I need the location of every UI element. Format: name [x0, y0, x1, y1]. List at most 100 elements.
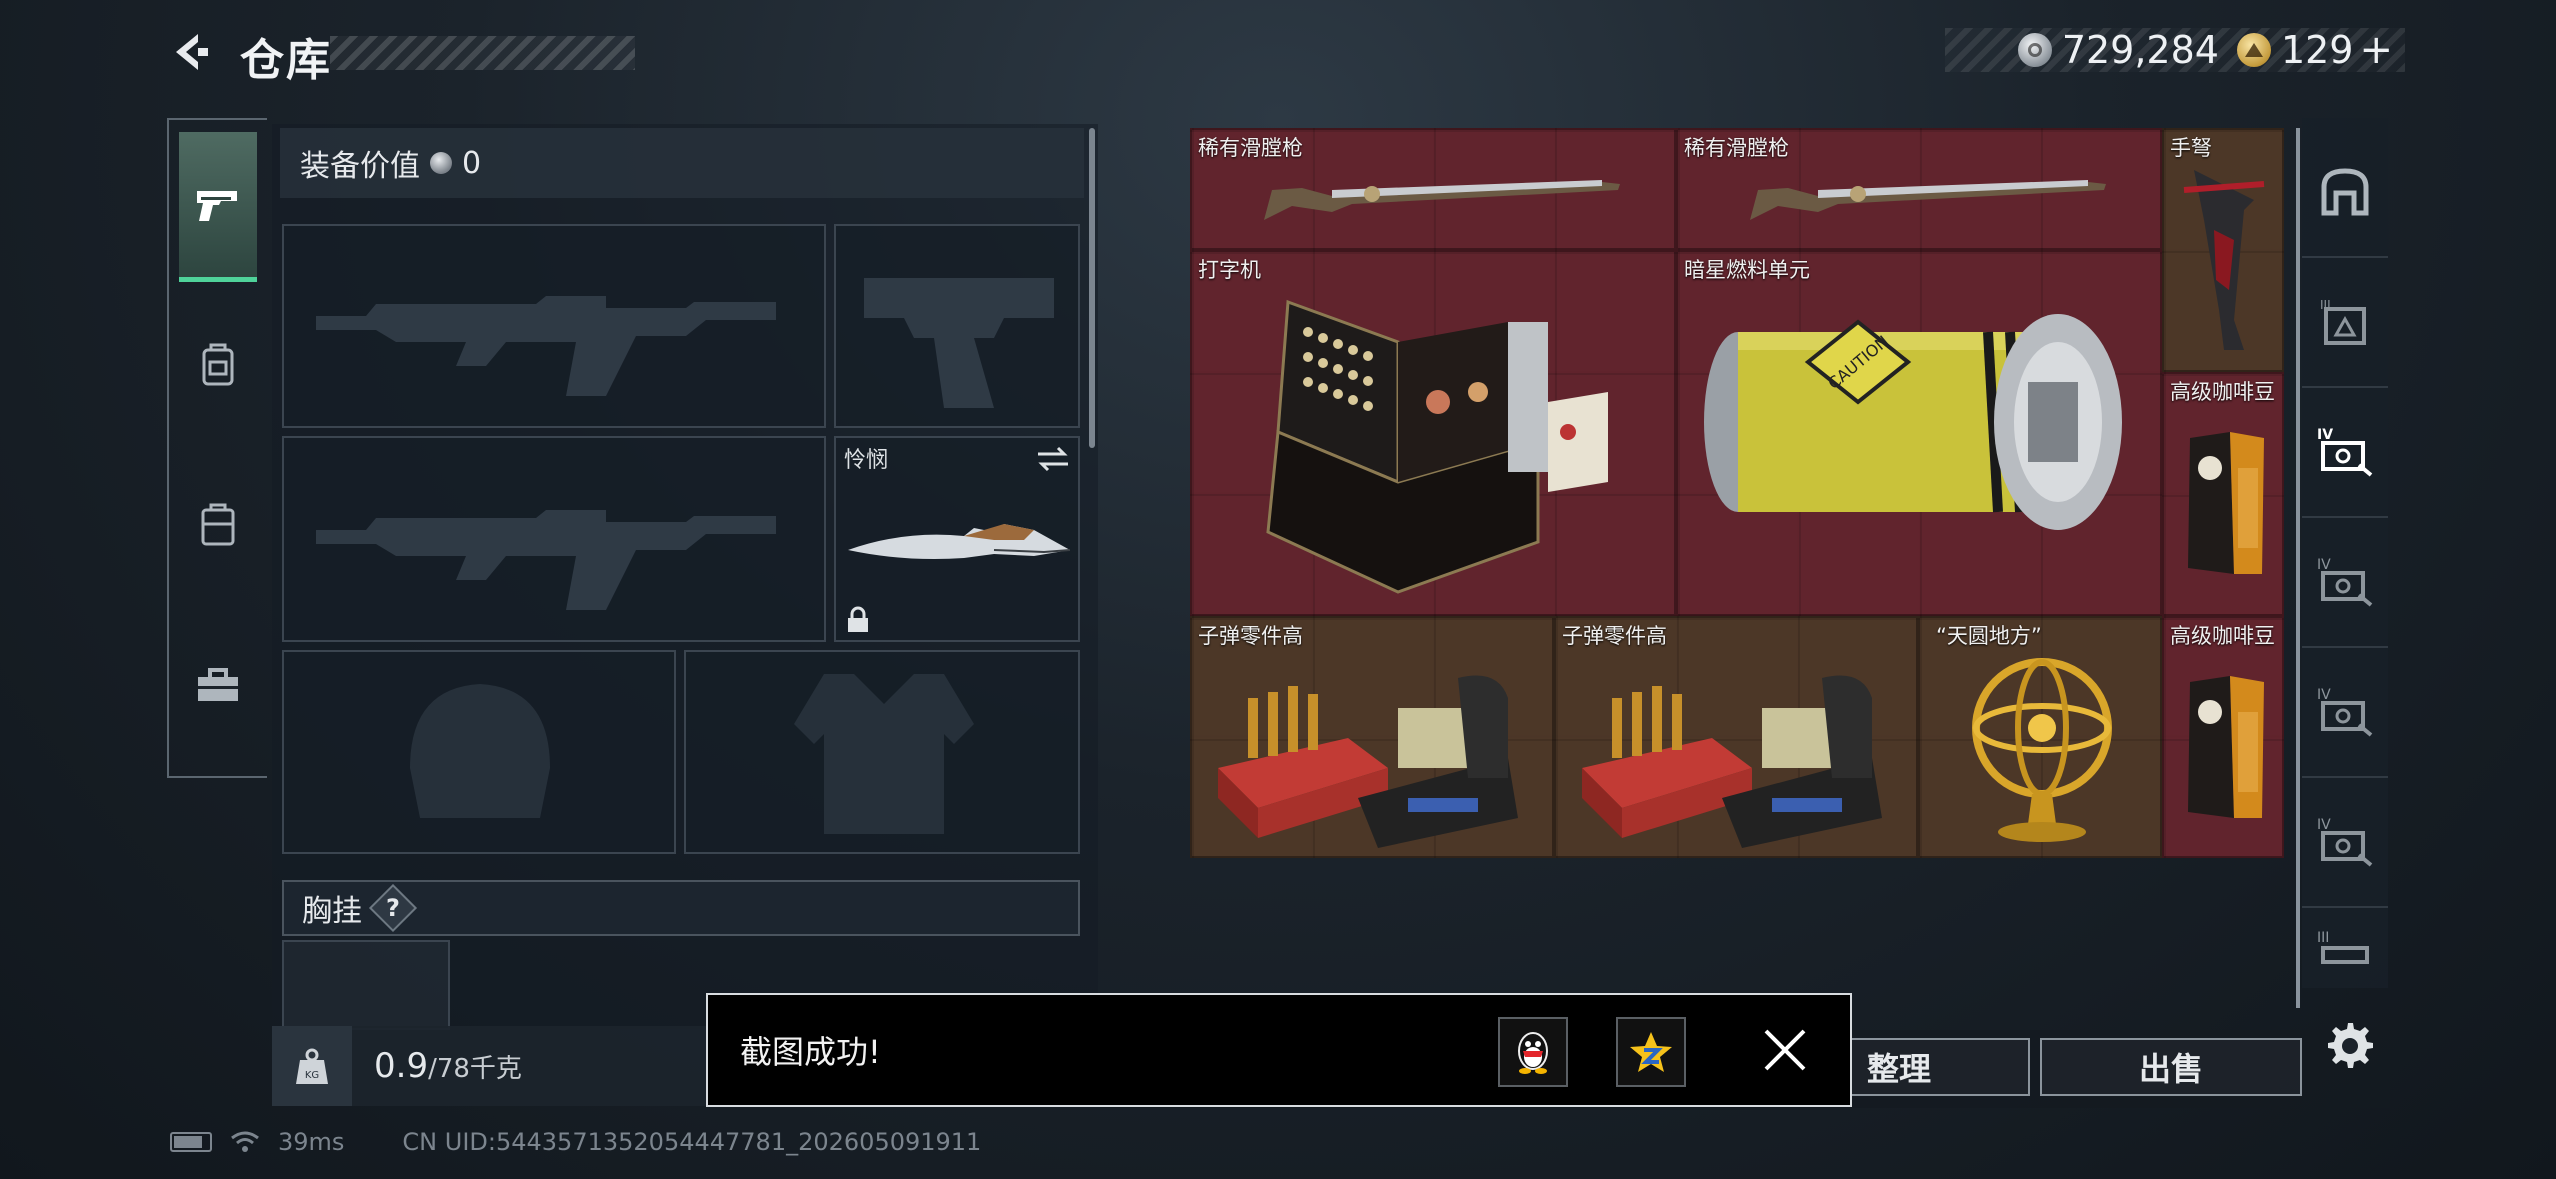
- ammo-parts-icon: [1218, 675, 1518, 848]
- add-currency-icon[interactable]: +: [2359, 27, 2393, 73]
- musket-icon: [1750, 180, 2106, 220]
- category-backpack[interactable]: [179, 450, 257, 600]
- equipment-scrollbar[interactable]: [1089, 128, 1095, 448]
- item-label: 高级咖啡豆: [2170, 624, 2275, 648]
- svg-text:III: III: [2317, 930, 2329, 946]
- melee-slot[interactable]: 怜悯: [834, 436, 1080, 642]
- home-icon: [2321, 168, 2369, 216]
- item-label: 打字机: [1198, 258, 1261, 282]
- storage-item[interactable]: 子弹零件高: [1190, 616, 1554, 858]
- item-label: 稀有滑膛枪: [1684, 136, 1789, 160]
- item-label: 子弹零件高: [1198, 624, 1303, 648]
- sell-button[interactable]: 出售: [2040, 1038, 2302, 1096]
- case-tier-icon: IV: [2317, 817, 2373, 867]
- chest-rig-header: 胸挂 ?: [282, 880, 1080, 936]
- tab-case-5[interactable]: IV: [2302, 778, 2388, 908]
- currency-bar: 729,284 129 +: [1945, 27, 2405, 73]
- swap-icon[interactable]: [1036, 444, 1070, 474]
- item-label: “天圆地方”: [1936, 624, 2042, 648]
- category-weapons[interactable]: [179, 132, 257, 282]
- gold-currency[interactable]: 129 +: [2236, 27, 2393, 73]
- silver-coin-icon: [430, 152, 452, 174]
- backpack-icon: [202, 343, 234, 386]
- share-qzone-button[interactable]: [1616, 1017, 1686, 1087]
- silver-coin-icon: [2017, 33, 2052, 67]
- tab-case-2[interactable]: IV: [2302, 388, 2388, 518]
- help-icon[interactable]: ?: [368, 883, 418, 933]
- page-title: 仓库: [240, 35, 332, 86]
- storage-item[interactable]: 稀有滑膛枪: [1676, 128, 2162, 250]
- uid-text: CN UID:5443571352054447781_202605091911: [402, 1128, 982, 1156]
- pistol-icon: [197, 190, 237, 221]
- storage-item[interactable]: “天圆地方”: [1918, 616, 2162, 858]
- tab-case-1[interactable]: III: [2302, 258, 2388, 388]
- case-tier-icon: IV: [2317, 687, 2373, 737]
- toast-message: 截图成功!: [740, 1033, 881, 1071]
- tab-case-6[interactable]: III: [2302, 908, 2388, 988]
- settings-button[interactable]: [2318, 1014, 2378, 1074]
- back-button[interactable]: [160, 22, 220, 82]
- status-bar: 39ms CN UID:5443571352054447781_20260509…: [170, 1128, 981, 1156]
- close-icon[interactable]: [1760, 1025, 1810, 1075]
- case-tier-icon: IV: [2317, 427, 2373, 477]
- battery-icon: [170, 1132, 212, 1152]
- secondary-weapon-slot[interactable]: [282, 436, 826, 642]
- armor-slot[interactable]: [684, 650, 1080, 854]
- category-equipment[interactable]: [179, 290, 257, 440]
- storage-item[interactable]: 打字机: [1190, 250, 1676, 616]
- share-qq-button[interactable]: [1498, 1017, 1568, 1087]
- storage-item[interactable]: 高级咖啡豆: [2162, 616, 2284, 858]
- gear-icon: [2328, 1023, 2373, 1068]
- musket-icon: [1264, 180, 1620, 220]
- butterfly-knife-icon: [848, 524, 1071, 559]
- item-label: 手弩: [2170, 136, 2212, 160]
- qzone-star-icon: [1630, 1032, 1672, 1072]
- silver-amount: 729,284: [2061, 28, 2219, 72]
- rifle-silhouette-icon: [316, 510, 776, 610]
- svg-text:KG: KG: [305, 1070, 319, 1081]
- category-toolbox[interactable]: [179, 610, 257, 760]
- helmet-silhouette-icon: [410, 684, 550, 818]
- primary-weapon-slot[interactable]: [282, 224, 826, 428]
- category-bar: [167, 118, 267, 778]
- weight-icon: KG: [272, 1026, 352, 1106]
- ping-text: 39ms: [278, 1128, 345, 1156]
- lock-icon: [848, 606, 868, 632]
- pistol-slot[interactable]: [834, 224, 1080, 428]
- storage-item[interactable]: 暗星燃料单元 CAUTION: [1676, 250, 2162, 616]
- svg-text:IV: IV: [2317, 687, 2331, 703]
- storage-item[interactable]: 稀有滑膛枪: [1190, 128, 1676, 250]
- item-label: 暗星燃料单元: [1684, 258, 1810, 282]
- svg-text:IV: IV: [2317, 427, 2333, 443]
- storage-tabs: III IV IV IV IV III: [2302, 118, 2388, 988]
- vest-silhouette-icon: [794, 674, 974, 834]
- coffee-bag-icon: [2188, 432, 2264, 574]
- helmet-slot[interactable]: [282, 650, 676, 854]
- chest-rig-label: 胸挂: [302, 894, 362, 929]
- tab-home[interactable]: [2302, 128, 2388, 258]
- chest-rig-slot[interactable]: [282, 940, 450, 1030]
- weight-readout: 0.9/78千克: [374, 1046, 522, 1086]
- storage-item[interactable]: 子弹零件高: [1554, 616, 1918, 858]
- weight-current: 0.9: [374, 1046, 429, 1086]
- fuel-cell-icon: CAUTION: [1704, 314, 2122, 530]
- rifle-silhouette-icon: [316, 296, 776, 396]
- storage-scrollbar[interactable]: [2296, 128, 2300, 1008]
- case-tier-icon: III: [2317, 930, 2369, 964]
- storage-item[interactable]: 手弩: [2162, 128, 2284, 372]
- wifi-icon: [231, 1131, 259, 1152]
- svg-text:IV: IV: [2317, 557, 2331, 573]
- equipment-value-label: 装备价值: [300, 149, 420, 184]
- tab-case-3[interactable]: IV: [2302, 518, 2388, 648]
- back-arrow-icon: [176, 34, 208, 70]
- gold-amount: 129: [2280, 28, 2354, 72]
- pistol-silhouette-icon: [864, 278, 1054, 408]
- tab-case-4[interactable]: IV: [2302, 648, 2388, 778]
- screenshot-toast: 截图成功!: [706, 993, 1852, 1107]
- storage-grid: 稀有滑膛枪 稀有滑膛枪 手弩 打字机 暗星燃料单元 CAUTION 高级咖啡豆 …: [1190, 128, 2284, 858]
- storage-item[interactable]: 高级咖啡豆: [2162, 372, 2284, 616]
- gold-coin-icon: [2236, 33, 2271, 67]
- case-tier-icon: IV: [2317, 557, 2373, 607]
- equipment-value-amount: 0: [462, 145, 482, 181]
- item-label: 稀有滑膛枪: [1198, 136, 1303, 160]
